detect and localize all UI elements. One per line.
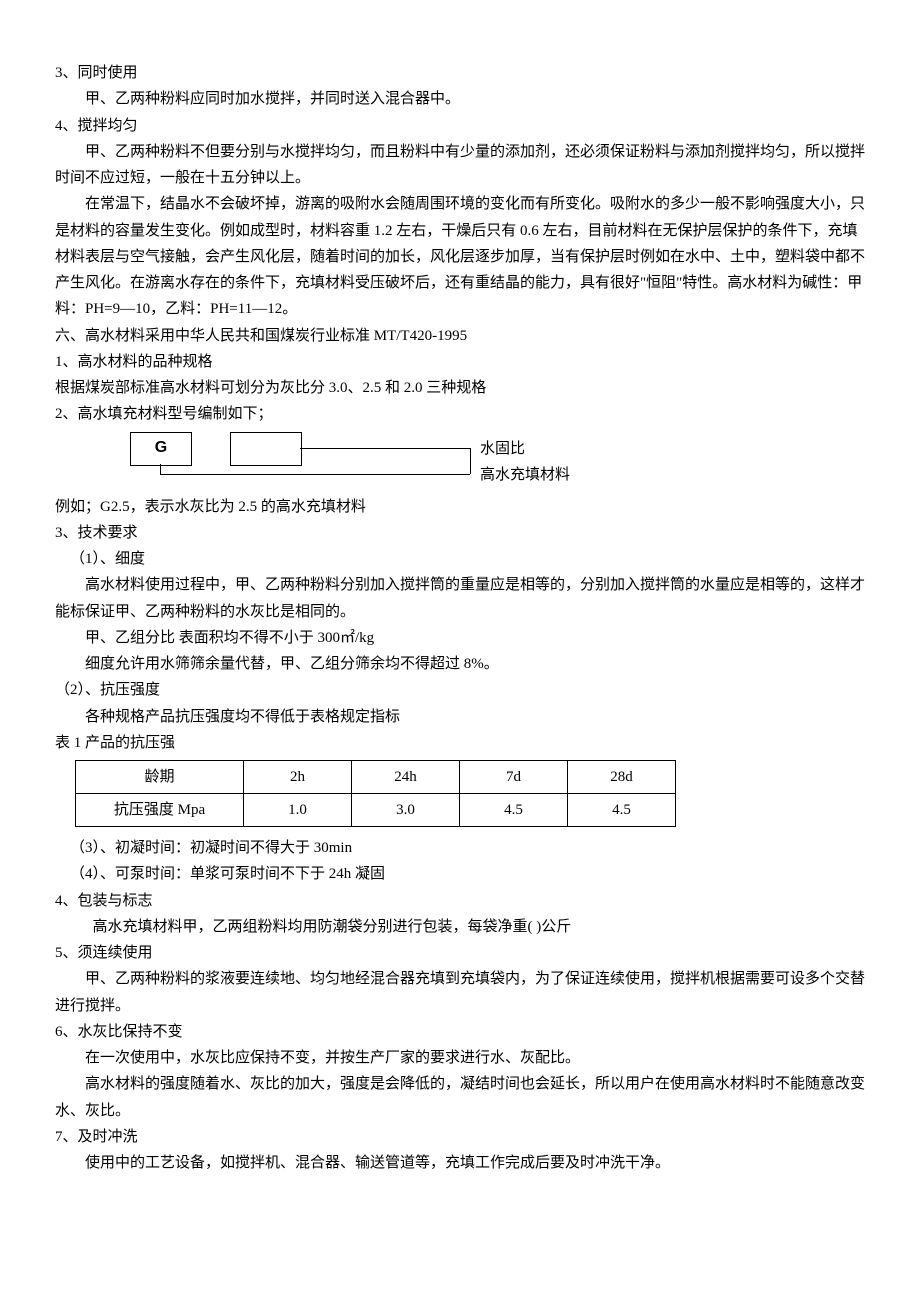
section-6-4-body: 高水充填材料甲，乙两组粉料均用防潮袋分别进行包装，每袋净重( )公斤 (55, 914, 865, 940)
table-cell: 24h (352, 761, 460, 794)
fineness-p2: 甲、乙组分比 表面积均不得不小于 300㎡/kg (55, 625, 865, 651)
fineness-p3: 细度允许用水筛筛余量代替，甲、乙组分筛余均不得超过 8%。 (55, 651, 865, 677)
table-cell: 2h (244, 761, 352, 794)
strength-title: （2）、抗压强度 (55, 677, 865, 703)
table-cell: 4.5 (568, 794, 676, 827)
section-6-6-p1: 在一次使用中，水灰比应保持不变，并按生产厂家的要求进行水、灰配比。 (55, 1045, 865, 1071)
fineness-p1: 高水材料使用过程中，甲、乙两种粉料分别加入搅拌筒的重量应是相等的，分别加入搅拌筒… (55, 572, 865, 625)
section-6-1-body: 根据煤炭部标准高水材料可划分为灰比分 3.0、2.5 和 2.0 三种规格 (55, 375, 865, 401)
section-6-6-p2: 高水材料的强度随着水、灰比的加大，强度是会降低的，凝结时间也会延长，所以用户在使… (55, 1071, 865, 1124)
diagram-line (160, 474, 470, 475)
diagram-line (300, 448, 470, 449)
section-3-body: 甲、乙两种粉料应同时加水搅拌，并同时送入混合器中。 (55, 86, 865, 112)
table-cell: 28d (568, 761, 676, 794)
section-6-1-title: 1、高水材料的品种规格 (55, 349, 865, 375)
diagram-label-2: 高水充填材料 (480, 462, 570, 488)
section-6-2-example: 例如；G2.5，表示水灰比为 2.5 的高水充填材料 (55, 494, 865, 520)
fineness-title: （1）、细度 (70, 546, 865, 572)
section-4-p1: 甲、乙两种粉料不但要分别与水搅拌均匀，而且粉料中有少量的添加剂，还必须保证粉料与… (55, 139, 865, 192)
table-cell: 4.5 (460, 794, 568, 827)
section-6-7-title: 7、及时冲洗 (55, 1124, 865, 1150)
pumping-time: （4）、可泵时间：单浆可泵时间不下于 24h 凝固 (70, 861, 865, 887)
table-row: 龄期 2h 24h 7d 28d (76, 761, 676, 794)
section-4-p2: 在常温下，结晶水不会破坏掉，游离的吸附水会随周围环境的变化而有所变化。吸附水的多… (55, 191, 865, 322)
section-6-5-title: 5、须连续使用 (55, 940, 865, 966)
section-3-title: 3、同时使用 (55, 60, 865, 86)
table-cell: 龄期 (76, 761, 244, 794)
setting-time: （3）、初凝时间：初凝时间不得大于 30min (70, 835, 865, 861)
section-6-2-title: 2、高水填充材料型号编制如下； (55, 401, 865, 427)
diagram-label-1: 水固比 (480, 436, 525, 462)
section-4-title: 4、搅拌均匀 (55, 113, 865, 139)
section-6-6-title: 6、水灰比保持不变 (55, 1019, 865, 1045)
section-6-5-body: 甲、乙两种粉料的浆液要连续地、均匀地经混合器充填到充填袋内，为了保证连续使用，搅… (55, 966, 865, 1019)
diagram-vline (160, 464, 161, 474)
strength-p1: 各种规格产品抗压强度均不得低于表格规定指标 (55, 704, 865, 730)
table-cell: 1.0 (244, 794, 352, 827)
section-6-4-title: 4、包装与标志 (55, 888, 865, 914)
section-6-title: 六、高水材料采用中华人民共和国煤炭行业标准 MT/T420-1995 (55, 323, 865, 349)
diagram-g-box: G (130, 432, 192, 466)
strength-table: 龄期 2h 24h 7d 28d 抗压强度 Mpa 1.0 3.0 4.5 4.… (75, 760, 676, 827)
table-cell: 3.0 (352, 794, 460, 827)
table-cell: 抗压强度 Mpa (76, 794, 244, 827)
diagram-vline (470, 448, 471, 474)
table-row: 抗压强度 Mpa 1.0 3.0 4.5 4.5 (76, 794, 676, 827)
section-6-3-title: 3、技术要求 (55, 520, 865, 546)
model-diagram: G 水固比 高水充填材料 (80, 432, 865, 492)
diagram-empty-box (230, 432, 302, 466)
section-6-7-body: 使用中的工艺设备，如搅拌机、混合器、输送管道等，充填工作完成后要及时冲洗干净。 (55, 1150, 865, 1176)
table-caption: 表 1 产品的抗压强 (55, 730, 865, 756)
table-cell: 7d (460, 761, 568, 794)
